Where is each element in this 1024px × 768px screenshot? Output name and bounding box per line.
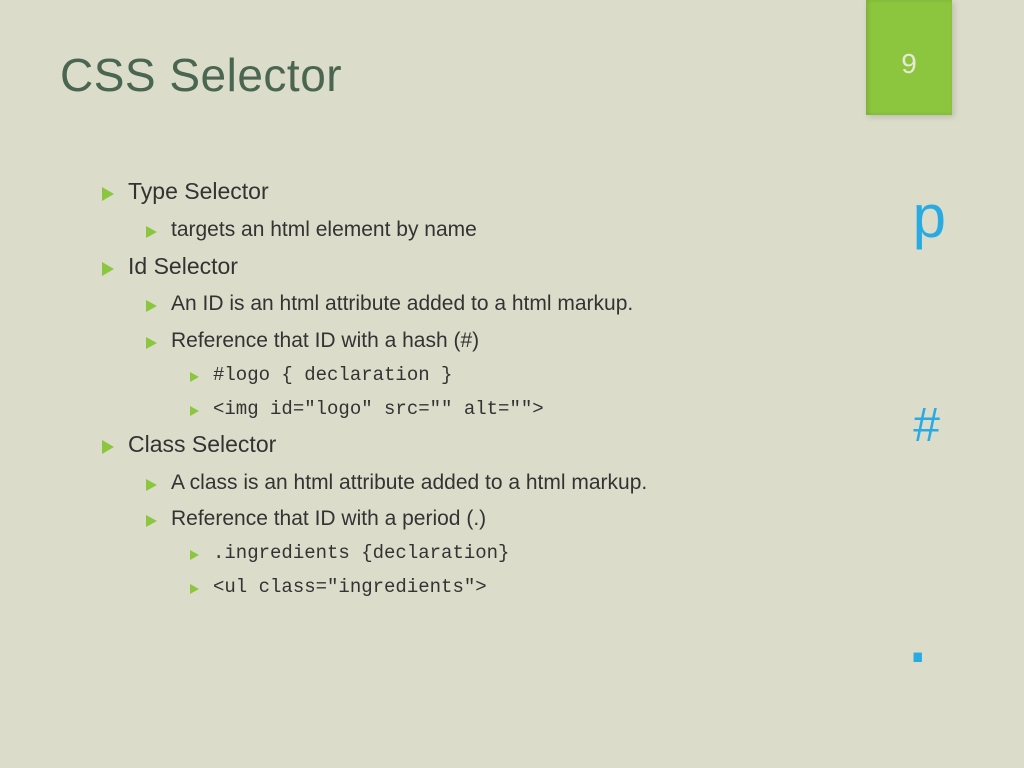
page-number: 9	[901, 48, 917, 80]
triangle-bullet-icon	[146, 479, 157, 491]
bullet-id-code1: #logo { declaration }	[190, 364, 802, 387]
slide-content: Type Selector targets an html element by…	[102, 178, 802, 610]
bullet-text: An ID is an html attribute added to a ht…	[171, 291, 633, 316]
selector-glyph-p: p	[913, 182, 946, 251]
bullet-id-desc2: Reference that ID with a hash (#)	[146, 328, 802, 353]
code-text: #logo { declaration }	[213, 364, 452, 387]
code-text: <ul class="ingredients">	[213, 576, 487, 599]
bullet-text: Reference that ID with a period (.)	[171, 506, 486, 531]
triangle-bullet-icon	[102, 440, 114, 454]
bullet-type-selector: Type Selector	[102, 178, 802, 206]
triangle-bullet-icon	[190, 372, 199, 382]
bullet-text: Id Selector	[128, 253, 238, 281]
bullet-text: Reference that ID with a hash (#)	[171, 328, 479, 353]
selector-glyph-hash: #	[913, 398, 940, 453]
bullet-text: targets an html element by name	[171, 217, 477, 242]
bullet-class-desc1: A class is an html attribute added to a …	[146, 470, 802, 495]
bullet-class-code1: .ingredients {declaration}	[190, 542, 802, 565]
bullet-text: Type Selector	[128, 178, 269, 206]
bullet-id-desc1: An ID is an html attribute added to a ht…	[146, 291, 802, 316]
bullet-class-code2: <ul class="ingredients">	[190, 576, 802, 599]
triangle-bullet-icon	[146, 226, 157, 238]
bullet-class-selector: Class Selector	[102, 431, 802, 459]
code-text: <img id="logo" src="" alt="">	[213, 398, 544, 421]
bullet-id-selector: Id Selector	[102, 253, 802, 281]
bullet-type-desc: targets an html element by name	[146, 217, 802, 242]
selector-glyph-dot: .	[906, 610, 930, 654]
bullet-text: Class Selector	[128, 431, 276, 459]
bullet-class-desc2: Reference that ID with a period (.)	[146, 506, 802, 531]
slide-title: CSS Selector	[60, 48, 342, 102]
triangle-bullet-icon	[146, 300, 157, 312]
triangle-bullet-icon	[146, 337, 157, 349]
triangle-bullet-icon	[146, 515, 157, 527]
triangle-bullet-icon	[190, 406, 199, 416]
bullet-text: A class is an html attribute added to a …	[171, 470, 647, 495]
triangle-bullet-icon	[190, 550, 199, 560]
triangle-bullet-icon	[102, 187, 114, 201]
triangle-bullet-icon	[190, 584, 199, 594]
code-text: .ingredients {declaration}	[213, 542, 509, 565]
bullet-id-code2: <img id="logo" src="" alt="">	[190, 398, 802, 421]
page-number-tab: 9	[866, 0, 952, 115]
triangle-bullet-icon	[102, 262, 114, 276]
